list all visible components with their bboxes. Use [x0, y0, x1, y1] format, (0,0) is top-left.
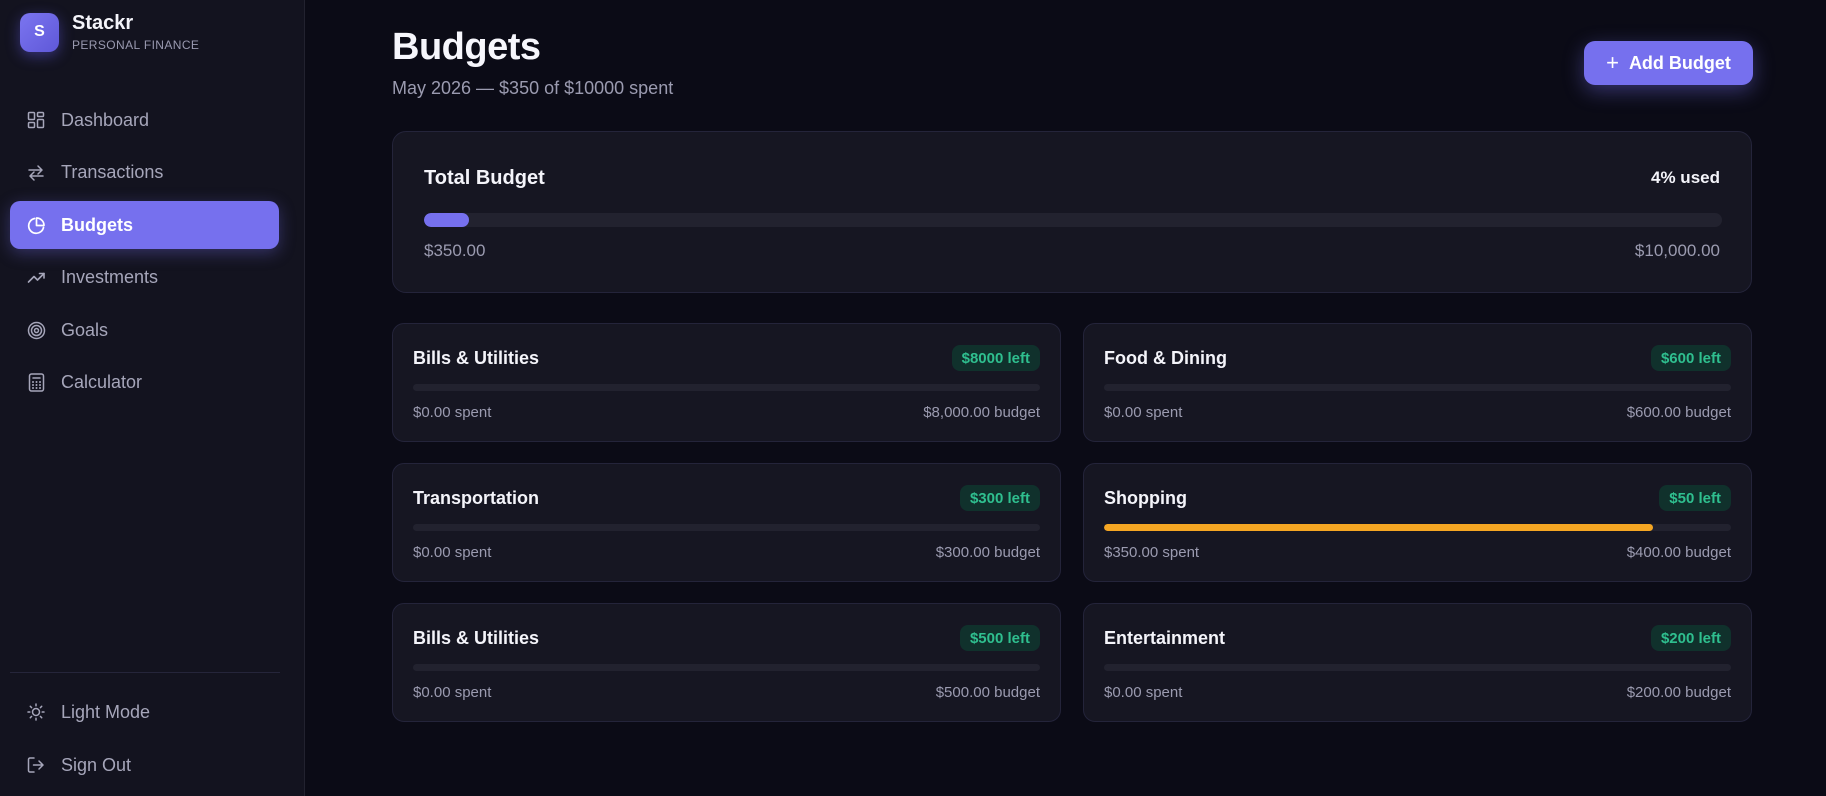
add-budget-label: Add Budget [1628, 52, 1731, 73]
total-spent: $350.00 [424, 241, 486, 260]
budget-progress [1104, 664, 1731, 671]
target-icon [26, 320, 46, 340]
budget-card[interactable]: Food & Dining $600 left $0.00 spent $600… [1083, 323, 1752, 442]
add-budget-button[interactable]: + Add Budget [1584, 41, 1753, 85]
total-budget-progress-fill [424, 213, 470, 227]
sign-out-icon [26, 755, 46, 775]
sidebar-nav: Dashboard Transactions Budgets Investmen… [10, 96, 279, 411]
budget-amount: $300.00 budget [935, 544, 1040, 561]
budget-spent: $350.00 spent [1104, 544, 1200, 561]
sun-icon [26, 702, 46, 722]
sidebar-item-label: Dashboard [61, 109, 150, 130]
sidebar-item-calculator[interactable]: Calculator [10, 359, 279, 407]
total-budget-amount: $10,000.00 [1634, 241, 1720, 260]
pie-chart-icon [26, 215, 46, 235]
sidebar-item-label: Sign Out [61, 754, 132, 775]
budget-remaining-badge: $200 left [1650, 625, 1731, 651]
sidebar-item-investments[interactable]: Investments [10, 254, 279, 302]
plus-icon: + [1606, 50, 1619, 75]
budget-spent: $0.00 spent [413, 544, 492, 561]
budget-spent: $0.00 spent [1104, 684, 1183, 701]
budget-progress [1104, 524, 1731, 531]
budget-remaining-badge: $600 left [1650, 345, 1731, 371]
sidebar-item-goals[interactable]: Goals [10, 306, 279, 354]
sidebar-item-transactions[interactable]: Transactions [10, 149, 279, 197]
budget-progress [413, 524, 1040, 531]
budget-category-name: Transportation [413, 488, 540, 508]
budget-amount: $400.00 budget [1626, 544, 1731, 561]
sidebar-item-label: Transactions [61, 162, 164, 182]
dashboard-grid-icon [26, 110, 46, 130]
sidebar: S Stackr PERSONAL FINANCE Dashboard Tran… [0, 0, 305, 796]
page-subtitle: May 2026 — $350 of $10000 spent [392, 78, 674, 98]
page-title: Budgets [392, 26, 541, 68]
sign-out-button[interactable]: Sign Out [10, 741, 279, 789]
sidebar-item-label: Budgets [61, 214, 133, 235]
budget-remaining-badge: $300 left [959, 485, 1040, 511]
budget-amount: $500.00 budget [935, 684, 1040, 701]
brand-name: Stackr [72, 12, 134, 34]
sidebar-bottom-nav: Light Mode Sign Out [10, 688, 279, 794]
budget-spent: $0.00 spent [413, 404, 492, 421]
sidebar-item-label: Light Mode [61, 701, 151, 722]
calculator-icon [26, 373, 46, 393]
budget-card[interactable]: Transportation $300 left $0.00 spent $30… [392, 463, 1061, 582]
total-budget-title: Total Budget [424, 167, 545, 189]
budget-category-name: Bills & Utilities [413, 348, 540, 368]
trending-up-icon [26, 268, 46, 288]
total-budget-used: 4% used [1651, 168, 1720, 187]
brand-subtitle: PERSONAL FINANCE [72, 38, 200, 52]
total-budget-card: Total Budget 4% used $350.00 $10,000.00 [392, 131, 1752, 293]
brand: S Stackr PERSONAL FINANCE [20, 12, 199, 52]
budget-remaining-badge: $50 left [1659, 485, 1731, 511]
budget-remaining-badge: $500 left [959, 625, 1040, 651]
budget-progress [413, 664, 1040, 671]
light-mode-toggle[interactable]: Light Mode [10, 688, 279, 736]
budget-remaining-badge: $8000 left [951, 345, 1040, 371]
sidebar-item-label: Calculator [61, 372, 143, 392]
budget-spent: $0.00 spent [1104, 404, 1183, 421]
budget-card[interactable]: Shopping $50 left $350.00 spent $400.00 … [1083, 463, 1752, 582]
budget-card[interactable]: Bills & Utilities $8000 left $0.00 spent… [392, 323, 1061, 442]
budget-progress [1104, 384, 1731, 391]
sidebar-item-label: Investments [61, 267, 159, 287]
budget-category-name: Food & Dining [1104, 348, 1227, 368]
budget-card[interactable]: Entertainment $200 left $0.00 spent $200… [1083, 603, 1752, 722]
budget-progress-fill [1104, 524, 1653, 531]
budget-amount: $8,000.00 budget [923, 404, 1040, 421]
budget-category-name: Bills & Utilities [413, 628, 540, 648]
budget-progress [413, 384, 1040, 391]
sidebar-item-budgets[interactable]: Budgets [10, 201, 279, 249]
brand-logo: S [20, 12, 59, 52]
sidebar-divider [10, 672, 280, 673]
budget-category-name: Entertainment [1104, 628, 1226, 648]
budget-amount: $600.00 budget [1626, 404, 1731, 421]
budget-category-name: Shopping [1104, 488, 1187, 508]
total-budget-progress [424, 213, 1722, 227]
sidebar-item-dashboard[interactable]: Dashboard [10, 96, 279, 144]
arrows-swap-icon [26, 163, 46, 183]
budget-card[interactable]: Bills & Utilities $500 left $0.00 spent … [392, 603, 1061, 722]
budget-spent: $0.00 spent [413, 684, 492, 701]
budget-amount: $200.00 budget [1626, 684, 1731, 701]
sidebar-item-label: Goals [61, 319, 109, 340]
